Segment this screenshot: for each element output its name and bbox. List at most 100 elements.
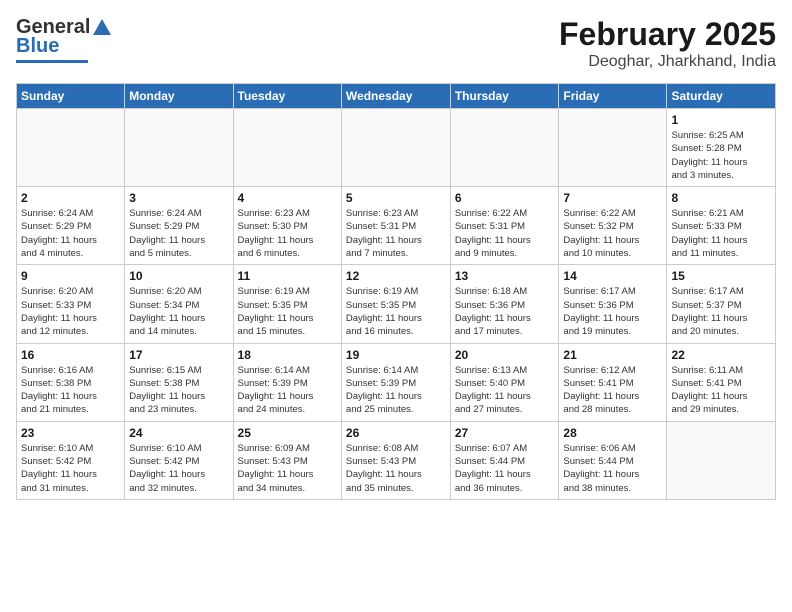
day-info: Sunrise: 6:20 AM Sunset: 5:33 PM Dayligh… bbox=[21, 285, 120, 338]
calendar-cell: 4Sunrise: 6:23 AM Sunset: 5:30 PM Daylig… bbox=[233, 187, 341, 265]
calendar-cell: 19 Sunrise: 6:14 AM Sunset: 5:39 PM Dayli… bbox=[341, 343, 450, 421]
day-info: Sunrise: 6:07 AM Sunset: 5:44 PM Dayligh… bbox=[455, 442, 555, 495]
day-number: 22 bbox=[671, 348, 771, 362]
calendar-cell: 18Sunrise: 6:14 AM Sunset: 5:39 PM Dayli… bbox=[233, 343, 341, 421]
weekday-header-friday: Friday bbox=[559, 84, 667, 109]
day-number: 11 bbox=[238, 269, 337, 283]
day-number: 7 bbox=[563, 191, 662, 205]
weekday-header-row: SundayMondayTuesdayWednesdayThursdayFrid… bbox=[17, 84, 776, 109]
weekday-header-wednesday: Wednesday bbox=[341, 84, 450, 109]
calendar-cell: 28Sunrise: 6:06 AM Sunset: 5:44 PM Dayli… bbox=[559, 421, 667, 499]
day-number: 17 bbox=[129, 348, 228, 362]
day-number: 26 bbox=[346, 426, 446, 440]
day-number: 6 bbox=[455, 191, 555, 205]
page-header: General Blue February 2025 Deoghar, Jhar… bbox=[16, 16, 776, 71]
day-number: 1 bbox=[671, 113, 771, 127]
calendar-cell: 12 Sunrise: 6:19 AM Sunset: 5:35 PM Dayli… bbox=[341, 265, 450, 343]
day-info: Sunrise: 6:08 AM Sunset: 5:43 PM Dayligh… bbox=[346, 442, 446, 495]
logo-arrow-icon bbox=[91, 17, 113, 39]
logo-blue: Blue bbox=[16, 35, 59, 58]
day-info: Sunrise: 6:22 AM Sunset: 5:31 PM Dayligh… bbox=[455, 207, 555, 260]
day-number: 21 bbox=[563, 348, 662, 362]
calendar-cell: 27 Sunrise: 6:07 AM Sunset: 5:44 PM Dayli… bbox=[450, 421, 559, 499]
calendar-cell: 10Sunrise: 6:20 AM Sunset: 5:34 PM Dayli… bbox=[125, 265, 233, 343]
calendar-cell bbox=[341, 109, 450, 187]
calendar-cell: 13 Sunrise: 6:18 AM Sunset: 5:36 PM Dayli… bbox=[450, 265, 559, 343]
calendar-table: SundayMondayTuesdayWednesdayThursdayFrid… bbox=[16, 83, 776, 500]
calendar-cell: 20 Sunrise: 6:13 AM Sunset: 5:40 PM Dayli… bbox=[450, 343, 559, 421]
calendar-cell: 21 Sunrise: 6:12 AM Sunset: 5:41 PM Dayli… bbox=[559, 343, 667, 421]
calendar-week-4: 16Sunrise: 6:16 AM Sunset: 5:38 PM Dayli… bbox=[17, 343, 776, 421]
day-info: Sunrise: 6:10 AM Sunset: 5:42 PM Dayligh… bbox=[21, 442, 120, 495]
day-info: Sunrise: 6:22 AM Sunset: 5:32 PM Dayligh… bbox=[563, 207, 662, 260]
day-info: Sunrise: 6:11 AM Sunset: 5:41 PM Dayligh… bbox=[671, 364, 771, 417]
day-info: Sunrise: 6:14 AM Sunset: 5:39 PM Dayligh… bbox=[346, 364, 446, 417]
calendar-cell bbox=[17, 109, 125, 187]
day-number: 25 bbox=[238, 426, 337, 440]
day-number: 13 bbox=[455, 269, 555, 283]
day-info: Sunrise: 6:19 AM Sunset: 5:35 PM Dayligh… bbox=[346, 285, 446, 338]
calendar-cell: 26 Sunrise: 6:08 AM Sunset: 5:43 PM Dayli… bbox=[341, 421, 450, 499]
day-info: Sunrise: 6:10 AM Sunset: 5:42 PM Dayligh… bbox=[129, 442, 228, 495]
weekday-header-tuesday: Tuesday bbox=[233, 84, 341, 109]
day-info: Sunrise: 6:21 AM Sunset: 5:33 PM Dayligh… bbox=[671, 207, 771, 260]
calendar-cell bbox=[667, 421, 776, 499]
day-info: Sunrise: 6:25 AM Sunset: 5:28 PM Dayligh… bbox=[671, 129, 771, 182]
day-info: Sunrise: 6:17 AM Sunset: 5:36 PM Dayligh… bbox=[563, 285, 662, 338]
calendar-cell: 14Sunrise: 6:17 AM Sunset: 5:36 PM Dayli… bbox=[559, 265, 667, 343]
logo-underline bbox=[16, 60, 88, 63]
calendar-cell: 22 Sunrise: 6:11 AM Sunset: 5:41 PM Dayli… bbox=[667, 343, 776, 421]
weekday-header-thursday: Thursday bbox=[450, 84, 559, 109]
day-number: 15 bbox=[671, 269, 771, 283]
day-info: Sunrise: 6:13 AM Sunset: 5:40 PM Dayligh… bbox=[455, 364, 555, 417]
page-title: February 2025 bbox=[559, 16, 776, 53]
day-info: Sunrise: 6:24 AM Sunset: 5:29 PM Dayligh… bbox=[21, 207, 120, 260]
calendar-cell: 8 Sunrise: 6:21 AM Sunset: 5:33 PM Daylig… bbox=[667, 187, 776, 265]
day-number: 9 bbox=[21, 269, 120, 283]
calendar-cell: 6 Sunrise: 6:22 AM Sunset: 5:31 PM Daylig… bbox=[450, 187, 559, 265]
day-info: Sunrise: 6:16 AM Sunset: 5:38 PM Dayligh… bbox=[21, 364, 120, 417]
day-number: 27 bbox=[455, 426, 555, 440]
calendar-cell: 25 Sunrise: 6:09 AM Sunset: 5:43 PM Dayli… bbox=[233, 421, 341, 499]
calendar-cell: 23 Sunrise: 6:10 AM Sunset: 5:42 PM Dayli… bbox=[17, 421, 125, 499]
calendar-week-5: 23 Sunrise: 6:10 AM Sunset: 5:42 PM Dayli… bbox=[17, 421, 776, 499]
calendar-cell bbox=[233, 109, 341, 187]
title-block: February 2025 Deoghar, Jharkhand, India bbox=[559, 16, 776, 71]
weekday-header-sunday: Sunday bbox=[17, 84, 125, 109]
day-number: 24 bbox=[129, 426, 228, 440]
calendar-cell: 16Sunrise: 6:16 AM Sunset: 5:38 PM Dayli… bbox=[17, 343, 125, 421]
calendar-cell: 7 Sunrise: 6:22 AM Sunset: 5:32 PM Daylig… bbox=[559, 187, 667, 265]
day-number: 18 bbox=[238, 348, 337, 362]
day-info: Sunrise: 6:19 AM Sunset: 5:35 PM Dayligh… bbox=[238, 285, 337, 338]
day-number: 3 bbox=[129, 191, 228, 205]
calendar-cell: 3Sunrise: 6:24 AM Sunset: 5:29 PM Daylig… bbox=[125, 187, 233, 265]
day-number: 28 bbox=[563, 426, 662, 440]
calendar-cell: 15Sunrise: 6:17 AM Sunset: 5:37 PM Dayli… bbox=[667, 265, 776, 343]
calendar-cell bbox=[450, 109, 559, 187]
calendar-cell: 17 Sunrise: 6:15 AM Sunset: 5:38 PM Dayli… bbox=[125, 343, 233, 421]
day-info: Sunrise: 6:18 AM Sunset: 5:36 PM Dayligh… bbox=[455, 285, 555, 338]
day-info: Sunrise: 6:15 AM Sunset: 5:38 PM Dayligh… bbox=[129, 364, 228, 417]
calendar-cell: 2Sunrise: 6:24 AM Sunset: 5:29 PM Daylig… bbox=[17, 187, 125, 265]
day-number: 8 bbox=[671, 191, 771, 205]
calendar-cell: 9 Sunrise: 6:20 AM Sunset: 5:33 PM Daylig… bbox=[17, 265, 125, 343]
day-number: 20 bbox=[455, 348, 555, 362]
day-number: 23 bbox=[21, 426, 120, 440]
calendar-week-3: 9 Sunrise: 6:20 AM Sunset: 5:33 PM Daylig… bbox=[17, 265, 776, 343]
calendar-cell bbox=[559, 109, 667, 187]
logo: General Blue bbox=[16, 16, 113, 63]
day-info: Sunrise: 6:23 AM Sunset: 5:30 PM Dayligh… bbox=[238, 207, 337, 260]
calendar-cell: 24 Sunrise: 6:10 AM Sunset: 5:42 PM Dayli… bbox=[125, 421, 233, 499]
calendar-week-2: 2Sunrise: 6:24 AM Sunset: 5:29 PM Daylig… bbox=[17, 187, 776, 265]
day-info: Sunrise: 6:20 AM Sunset: 5:34 PM Dayligh… bbox=[129, 285, 228, 338]
day-info: Sunrise: 6:23 AM Sunset: 5:31 PM Dayligh… bbox=[346, 207, 446, 260]
page-subtitle: Deoghar, Jharkhand, India bbox=[559, 53, 776, 71]
day-number: 19 bbox=[346, 348, 446, 362]
calendar-cell: 5 Sunrise: 6:23 AM Sunset: 5:31 PM Daylig… bbox=[341, 187, 450, 265]
day-number: 12 bbox=[346, 269, 446, 283]
calendar-cell bbox=[125, 109, 233, 187]
day-info: Sunrise: 6:09 AM Sunset: 5:43 PM Dayligh… bbox=[238, 442, 337, 495]
weekday-header-saturday: Saturday bbox=[667, 84, 776, 109]
day-info: Sunrise: 6:12 AM Sunset: 5:41 PM Dayligh… bbox=[563, 364, 662, 417]
day-number: 5 bbox=[346, 191, 446, 205]
